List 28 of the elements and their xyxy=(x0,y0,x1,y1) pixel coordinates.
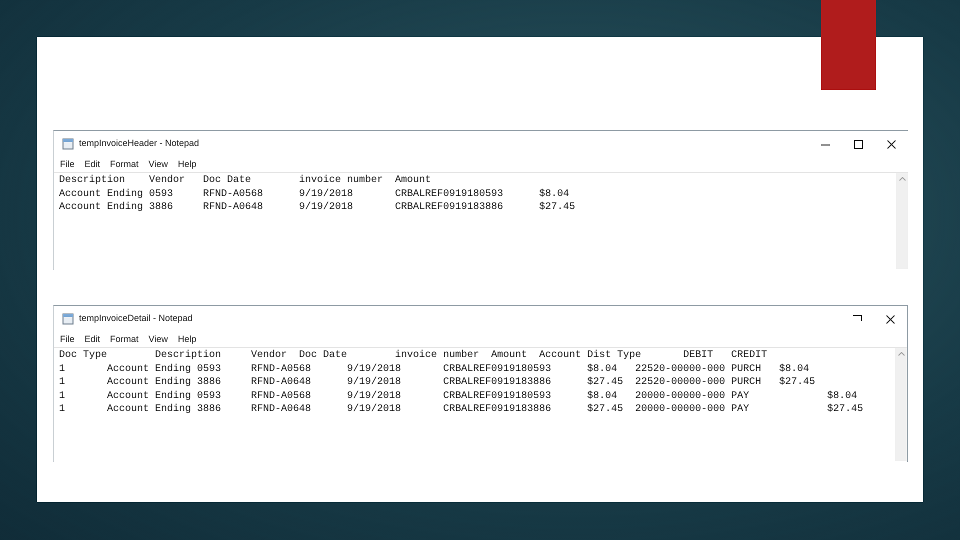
menu-item[interactable]: Format xyxy=(110,158,139,172)
maximize-icon[interactable] xyxy=(854,140,863,148)
text-line: 1 Account Ending 3886 RFND-A0648 9/19/2018 CRBALREF0919183886 $27.45 22520-00000-000 PURCH $27.45 xyxy=(59,376,816,390)
text-line: Account Ending 3886 RFND-A0648 9/19/2018 CRBALREF0919183886 $27.45 xyxy=(59,201,576,214)
corner-icon[interactable] xyxy=(853,314,862,324)
text-line: Account Ending 0593 RFND-A0568 9/19/2018 CRBALREF0919180593 $8.04 xyxy=(59,188,570,201)
notepad-icon xyxy=(62,138,74,150)
menu-item[interactable]: Format xyxy=(110,332,139,346)
text-line: Description Vendor Doc Date invoice number Amount xyxy=(59,174,432,188)
window-title: tempInvoiceHeader - Notepad xyxy=(79,137,200,150)
close-icon[interactable] xyxy=(886,314,895,324)
menu-item[interactable]: View xyxy=(148,332,168,346)
text-line: 1 Account Ending 3886 RFND-A0648 9/19/2018 CRBALREF0919183886 $27.45 20000-00000-000 PAY $27.45 xyxy=(59,403,864,416)
text-line: Doc Type Description Vendor Doc Date invoice number Amount Account Dist Type DEBIT CREDIT xyxy=(59,349,768,362)
notepad-icon xyxy=(62,313,74,325)
close-icon[interactable] xyxy=(887,140,896,148)
text-line: 1 Account Ending 0593 RFND-A0568 9/19/2018 CRBALREF0919180593 $8.04 22520-00000-000 PURCH $8.04 xyxy=(59,362,810,376)
menu-item[interactable]: File xyxy=(60,158,75,172)
scrollbar[interactable] xyxy=(895,348,907,461)
menu-item[interactable]: File xyxy=(60,332,75,346)
menu-item[interactable]: Help xyxy=(178,332,196,346)
menu-item[interactable]: Help xyxy=(178,158,196,172)
menu-item[interactable]: View xyxy=(148,158,168,172)
window-title: tempInvoiceDetail - Notepad xyxy=(79,312,193,326)
text-line: 1 Account Ending 0593 RFND-A0568 9/19/2018 CRBALREF0919180593 $8.04 20000-00000-000 PAY $8.04 xyxy=(59,390,858,403)
scrollbar[interactable] xyxy=(896,173,908,269)
menu-item[interactable]: Edit xyxy=(84,158,100,172)
menu-item[interactable]: Edit xyxy=(84,332,100,346)
